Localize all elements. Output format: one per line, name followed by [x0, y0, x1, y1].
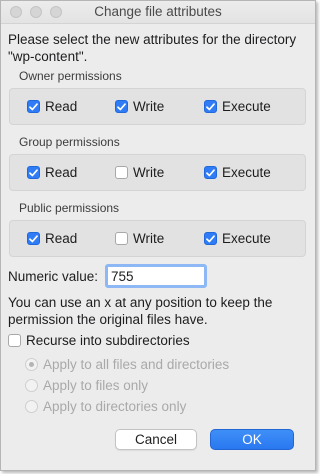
radio-unselected-icon: [25, 379, 38, 392]
checkbox-checked-icon: [27, 100, 40, 113]
group-execute-label: Execute: [222, 165, 271, 180]
public-read-checkbox[interactable]: Read: [27, 231, 77, 246]
public-read-label: Read: [45, 231, 78, 246]
radio-unselected-icon: [25, 400, 38, 413]
numeric-value-label: Numeric value:: [8, 269, 99, 284]
group-write-label: Write: [133, 165, 165, 180]
hint-text: You can use an x at any position to keep…: [8, 295, 273, 327]
recurse-checkbox[interactable]: Recurse into subdirectories: [8, 333, 190, 348]
apply-directories-label: Apply to directories only: [43, 399, 187, 414]
apply-all-radio[interactable]: Apply to all files and directories: [25, 357, 229, 372]
owner-write-label: Write: [133, 99, 165, 114]
owner-read-checkbox[interactable]: Read: [27, 99, 77, 114]
public-execute-label: Execute: [222, 231, 271, 246]
numeric-value-input[interactable]: [105, 264, 207, 288]
window-title: Change file attributes: [94, 4, 222, 19]
radio-selected-icon: [25, 358, 38, 371]
recurse-label: Recurse into subdirectories: [26, 333, 190, 348]
owner-execute-checkbox[interactable]: Execute: [204, 99, 271, 114]
apply-files-radio[interactable]: Apply to files only: [25, 378, 148, 393]
public-write-checkbox[interactable]: Write: [115, 231, 164, 246]
cancel-button[interactable]: Cancel: [115, 429, 197, 450]
checkbox-checked-icon: [204, 232, 217, 245]
apply-directories-radio[interactable]: Apply to directories only: [25, 399, 186, 414]
change-file-attributes-dialog: Change file attributes Please select the…: [0, 0, 316, 471]
owner-read-label: Read: [45, 99, 78, 114]
group-read-label: Read: [45, 165, 78, 180]
group-permissions-label: Group permissions: [19, 135, 120, 149]
owner-write-checkbox[interactable]: Write: [115, 99, 164, 114]
public-permissions-box: Read Write Execute: [9, 220, 306, 257]
apply-all-label: Apply to all files and directories: [43, 357, 230, 372]
group-permissions-box: Read Write Execute: [9, 154, 306, 191]
owner-permissions-box: Read Write Execute: [9, 88, 306, 125]
public-permissions-label: Public permissions: [19, 201, 120, 215]
checkbox-unchecked-icon: [115, 232, 128, 245]
group-execute-checkbox[interactable]: Execute: [204, 165, 271, 180]
checkbox-unchecked-icon: [8, 334, 21, 347]
title-bar[interactable]: Change file attributes: [1, 1, 315, 24]
ok-button[interactable]: OK: [210, 429, 294, 450]
public-write-label: Write: [133, 231, 165, 246]
checkbox-checked-icon: [27, 166, 40, 179]
group-read-checkbox[interactable]: Read: [27, 165, 77, 180]
apply-files-label: Apply to files only: [43, 378, 149, 393]
group-write-checkbox[interactable]: Write: [115, 165, 164, 180]
owner-execute-label: Execute: [222, 99, 271, 114]
checkbox-checked-icon: [115, 100, 128, 113]
owner-permissions-label: Owner permissions: [19, 69, 122, 83]
checkbox-unchecked-icon: [115, 166, 128, 179]
checkbox-checked-icon: [204, 100, 217, 113]
public-execute-checkbox[interactable]: Execute: [204, 231, 271, 246]
checkbox-checked-icon: [204, 166, 217, 179]
checkbox-checked-icon: [27, 232, 40, 245]
intro-text: Please select the new attributes for the…: [8, 32, 297, 64]
